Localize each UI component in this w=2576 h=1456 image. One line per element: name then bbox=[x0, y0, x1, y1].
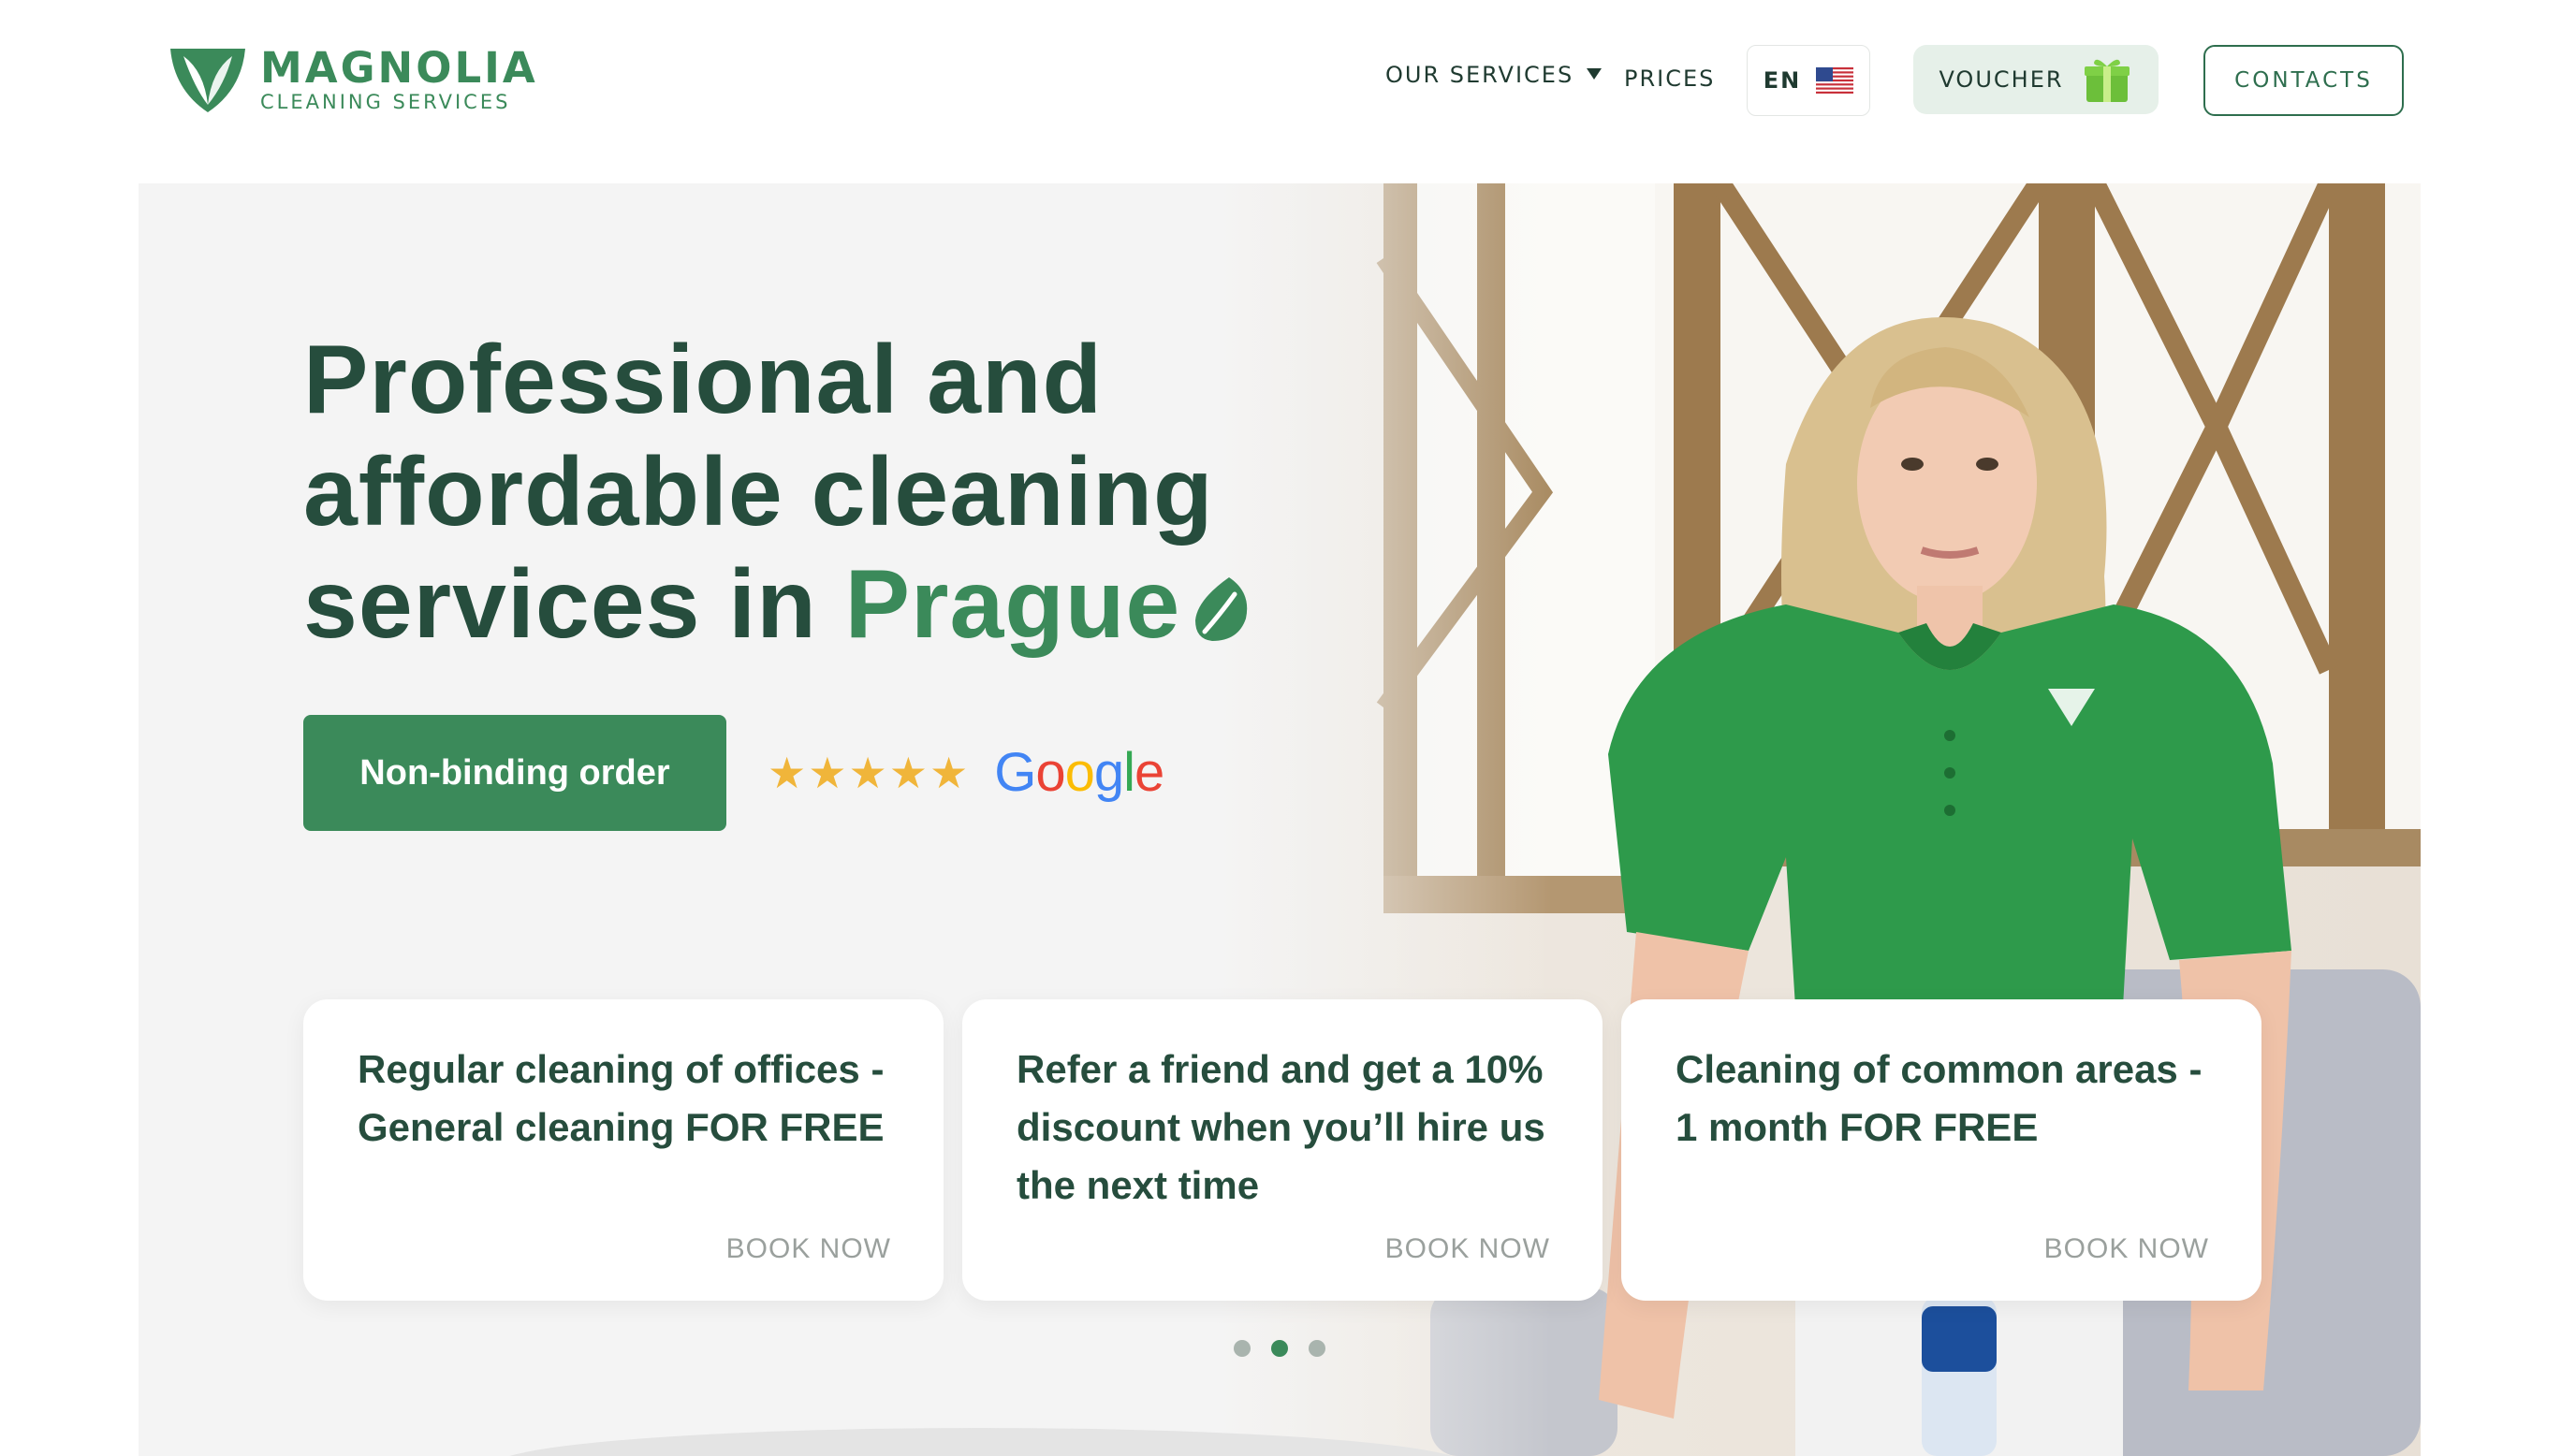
offer-card-text: Cleaning of common areas - 1 month FOR F… bbox=[1676, 1047, 2203, 1149]
carousel-pagination bbox=[1234, 1340, 1325, 1357]
caret-down-icon bbox=[1587, 68, 1603, 80]
hero-section: Professional and affordable cleaning ser… bbox=[139, 183, 2421, 1456]
offer-card[interactable]: Cleaning of common areas - 1 month FOR F… bbox=[1621, 999, 2261, 1301]
carousel-dot[interactable] bbox=[1234, 1340, 1251, 1357]
offer-card[interactable]: Refer a friend and get a 10% discount wh… bbox=[962, 999, 1603, 1301]
contacts-label: CONTACTS bbox=[2234, 68, 2373, 93]
non-binding-order-button[interactable]: Non-binding order bbox=[303, 715, 726, 831]
google-rating[interactable]: ★★★★★ Google bbox=[768, 741, 1164, 804]
contacts-button[interactable]: CONTACTS bbox=[2203, 45, 2404, 116]
carousel-dot[interactable] bbox=[1271, 1340, 1288, 1357]
hero-title-line-2: affordable cleaning bbox=[303, 438, 1214, 546]
gift-icon bbox=[2084, 59, 2130, 102]
hero-title-line-3: services in bbox=[303, 550, 845, 659]
main-nav: OUR SERVICES PRICES EN VOUCHER CONTACTS bbox=[0, 45, 2576, 116]
site-header: MAGNOLIA CLEANING SERVICES OUR SERVICES … bbox=[0, 0, 2576, 178]
hero-title-line-1: Professional and bbox=[303, 326, 1103, 434]
offer-card-text: Refer a friend and get a 10% discount wh… bbox=[1017, 1047, 1545, 1207]
nav-our-services[interactable]: OUR SERVICES bbox=[1385, 62, 1603, 88]
voucher-button[interactable]: VOUCHER bbox=[1913, 45, 2159, 114]
offers-carousel: Regular cleaning of offices - General cl… bbox=[303, 999, 2261, 1301]
offer-card[interactable]: Regular cleaning of offices - General cl… bbox=[303, 999, 944, 1301]
voucher-label: VOUCHER bbox=[1939, 66, 2064, 93]
leaf-icon bbox=[1195, 577, 1248, 641]
us-flag-icon bbox=[1816, 67, 1854, 94]
rating-stars: ★★★★★ bbox=[768, 747, 971, 798]
google-logo: Google bbox=[994, 742, 1164, 803]
language-label: EN bbox=[1763, 67, 1802, 94]
carousel-dot[interactable] bbox=[1309, 1340, 1325, 1357]
hero-headline: Professional and affordable cleaning ser… bbox=[303, 324, 1427, 661]
nav-prices[interactable]: PRICES bbox=[1624, 66, 1715, 92]
language-selector[interactable]: EN bbox=[1747, 45, 1870, 116]
book-now-link[interactable]: BOOK NOW bbox=[726, 1233, 891, 1265]
offer-card-text: Regular cleaning of offices - General cl… bbox=[358, 1047, 885, 1149]
nav-our-services-label: OUR SERVICES bbox=[1385, 62, 1574, 88]
book-now-link[interactable]: BOOK NOW bbox=[1385, 1233, 1550, 1265]
book-now-link[interactable]: BOOK NOW bbox=[2044, 1233, 2209, 1265]
hero-title-accent: Prague bbox=[844, 550, 1181, 659]
